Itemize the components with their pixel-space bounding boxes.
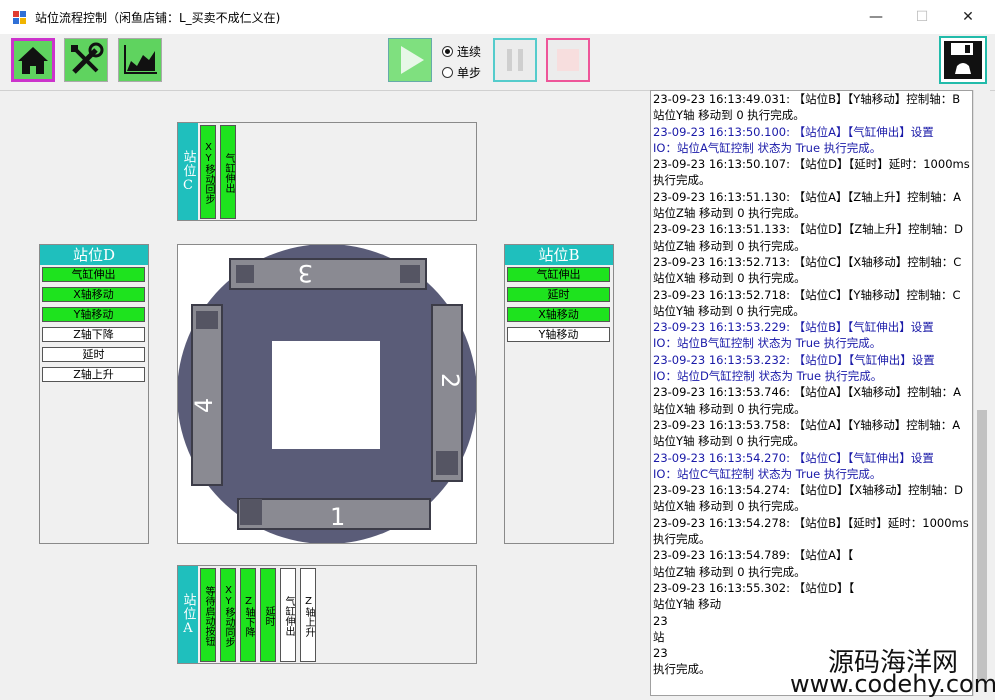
log-line: 23-09-23 16:13:54.274: 【站位D】【X轴移动】控制轴：D bbox=[653, 483, 963, 498]
radio-selected-dot bbox=[442, 46, 453, 57]
station-a-step: XY移动同步 bbox=[220, 568, 236, 662]
tools-button[interactable] bbox=[64, 38, 108, 82]
log-line: 站位Z轴 移动到 0 执行完成。 bbox=[653, 238, 806, 253]
minimize-button[interactable]: — bbox=[853, 0, 899, 34]
station-c-step: XY移动回步 bbox=[200, 125, 216, 219]
tools-icon bbox=[71, 42, 104, 74]
station-b-title: 站位B bbox=[505, 245, 613, 265]
log-line: 23-09-23 16:13:54.270: 【站位C】【气缸伸出】设置 bbox=[653, 450, 934, 465]
log-line: IO：站位C气缸控制 状态为 True 执行完成。 bbox=[653, 466, 882, 481]
continuous-mode-radio[interactable]: 连续 bbox=[442, 43, 481, 60]
log-line: 站位Y轴 移动到 0 执行完成。 bbox=[653, 434, 805, 449]
log-textbox[interactable]: 23-09-23 16:13:49.031: 【站位B】【Y轴移动】控制轴：B 站… bbox=[650, 90, 973, 696]
log-line: 23-09-23 16:13:54.278: 【站位B】【延时】延时：1000m… bbox=[653, 515, 969, 530]
home-button[interactable] bbox=[11, 38, 55, 82]
log-line: IO：站位D气缸控制 状态为 True 执行完成。 bbox=[653, 369, 883, 384]
station-b-step: 气缸伸出 bbox=[507, 267, 610, 282]
scrollbar-thumb[interactable] bbox=[977, 410, 987, 680]
continuous-mode-label: 连续 bbox=[457, 45, 482, 59]
station-d-step: Z轴上升 bbox=[42, 367, 145, 382]
log-line: 执行完成。 bbox=[653, 532, 711, 547]
station-a-step: 气缸伸出 bbox=[280, 568, 296, 662]
stop-button[interactable] bbox=[546, 38, 590, 82]
chart-button[interactable] bbox=[118, 38, 162, 82]
log-line: 23-09-23 16:13:50.100: 【站位A】【气缸伸出】设置 bbox=[653, 124, 934, 139]
log-line: 23-09-23 16:13:52.718: 【站位C】【Y轴移动】控制轴：C bbox=[653, 287, 961, 302]
station-c-title: 站位C bbox=[178, 123, 198, 220]
table-label-1: 1 bbox=[330, 503, 345, 531]
save-button[interactable] bbox=[939, 36, 987, 84]
stop-icon bbox=[557, 49, 579, 71]
station-d-step: 延时 bbox=[42, 347, 145, 362]
radio-unselected-dot bbox=[442, 67, 453, 78]
log-line: 23-09-23 16:13:50.107: 【站位D】【延时】延时：1000m… bbox=[653, 157, 970, 172]
station-b-step: X轴移动 bbox=[507, 307, 610, 322]
log-line: IO：站位A气缸控制 状态为 True 执行完成。 bbox=[653, 140, 882, 155]
log-line: IO：站位B气缸控制 状态为 True 执行完成。 bbox=[653, 336, 882, 351]
log-line: 站位Z轴 移动到 0 执行完成。 bbox=[653, 564, 806, 579]
station-a-step: Z轴上升 bbox=[300, 568, 316, 662]
log-line: 23-09-23 16:13:53.746: 【站位A】【X轴移动】控制轴：A bbox=[653, 385, 961, 400]
table-label-2: 2 bbox=[436, 373, 464, 388]
pause-icon bbox=[507, 49, 523, 71]
single-step-label: 单步 bbox=[457, 66, 482, 80]
log-line: 站位X轴 移动到 0 执行完成。 bbox=[653, 401, 806, 416]
rotary-table-view: 3 2 1 4 bbox=[177, 244, 477, 544]
close-button[interactable]: ✕ bbox=[945, 0, 991, 34]
station-b-panel: 站位B 气缸伸出 延时 X轴移动 Y轴移动 bbox=[504, 244, 614, 544]
log-line: 站位X轴 移动到 0 执行完成。 bbox=[653, 499, 806, 514]
log-line: 23-09-23 16:13:54.789: 【站位A】【 bbox=[653, 548, 854, 563]
station-b-step: Y轴移动 bbox=[507, 327, 610, 342]
log-line: 23 bbox=[653, 613, 668, 628]
pause-button[interactable] bbox=[493, 38, 537, 82]
station-a-step: 延时 bbox=[260, 568, 276, 662]
log-line: 站位Y轴 移动到 0 执行完成。 bbox=[653, 108, 805, 123]
station-d-step: X轴移动 bbox=[42, 287, 145, 302]
maximize-button[interactable]: ☐ bbox=[899, 0, 945, 34]
play-icon bbox=[401, 46, 424, 74]
table-label-3: 3 bbox=[298, 259, 313, 287]
station-d-step: 气缸伸出 bbox=[42, 267, 145, 282]
station-d-step: Z轴下降 bbox=[42, 327, 145, 342]
toolbar: 连续 单步 bbox=[0, 34, 995, 91]
log-line: 站位Y轴 移动 bbox=[653, 597, 722, 612]
log-line: 23-09-23 16:13:51.133: 【站位D】【Z轴上升】控制轴：D bbox=[653, 222, 963, 237]
station-d-title: 站位D bbox=[40, 245, 148, 265]
log-line: 23-09-23 16:13:53.758: 【站位A】【Y轴移动】控制轴：A bbox=[653, 417, 961, 432]
chart-icon bbox=[124, 45, 157, 74]
station-a-step: Z轴下降 bbox=[240, 568, 256, 662]
app-icon bbox=[13, 11, 27, 25]
log-line: 23-09-23 16:13:49.031: 【站位B】【Y轴移动】控制轴：B bbox=[653, 92, 961, 106]
watermark-url: www.codehy.com bbox=[790, 670, 995, 698]
table-label-4: 4 bbox=[190, 398, 218, 413]
log-line: 23-09-23 16:13:51.130: 【站位A】【Z轴上升】控制轴：A bbox=[653, 189, 961, 204]
station-d-step: Y轴移动 bbox=[42, 307, 145, 322]
play-button[interactable] bbox=[388, 38, 432, 82]
window-title: 站位流程控制（闲鱼店铺：L_买卖不成仁义在) bbox=[35, 11, 281, 25]
title-bar: 站位流程控制（闲鱼店铺：L_买卖不成仁义在) — ☐ ✕ bbox=[0, 0, 995, 35]
station-c-step: 气缸伸出 bbox=[220, 125, 236, 219]
station-d-panel: 站位D 气缸伸出 X轴移动 Y轴移动 Z轴下降 延时 Z轴上升 bbox=[39, 244, 149, 544]
station-c-panel: 站位C XY移动回步 气缸伸出 bbox=[177, 122, 477, 221]
log-line: 站位X轴 移动到 0 执行完成。 bbox=[653, 271, 806, 286]
station-a-step: 等待启动按钮 bbox=[200, 568, 216, 662]
station-a-panel: 站位A 等待启动按钮 XY移动同步 Z轴下降 延时 气缸伸出 Z轴上升 bbox=[177, 565, 477, 664]
log-line: 23-09-23 16:13:52.713: 【站位C】【X轴移动】控制轴：C bbox=[653, 254, 962, 269]
log-line: 执行完成。 bbox=[653, 173, 711, 188]
log-line: 23-09-23 16:13:53.232: 【站位D】【气缸伸出】设置 bbox=[653, 352, 935, 367]
log-scrollbar[interactable] bbox=[973, 90, 990, 696]
log-line: 站位Y轴 移动到 0 执行完成。 bbox=[653, 303, 805, 318]
save-icon bbox=[944, 41, 982, 79]
single-step-radio[interactable]: 单步 bbox=[442, 64, 481, 81]
station-a-title: 站位A bbox=[178, 566, 198, 663]
rotary-table-image: 3 2 1 4 bbox=[178, 245, 476, 543]
log-line: 站位Z轴 移动到 0 执行完成。 bbox=[653, 206, 806, 221]
log-line: 23-09-23 16:13:55.302: 【站位D】【 bbox=[653, 580, 855, 595]
home-icon bbox=[18, 47, 48, 74]
station-b-step: 延时 bbox=[507, 287, 610, 302]
log-line: 23-09-23 16:13:53.229: 【站位B】【气缸伸出】设置 bbox=[653, 320, 934, 335]
